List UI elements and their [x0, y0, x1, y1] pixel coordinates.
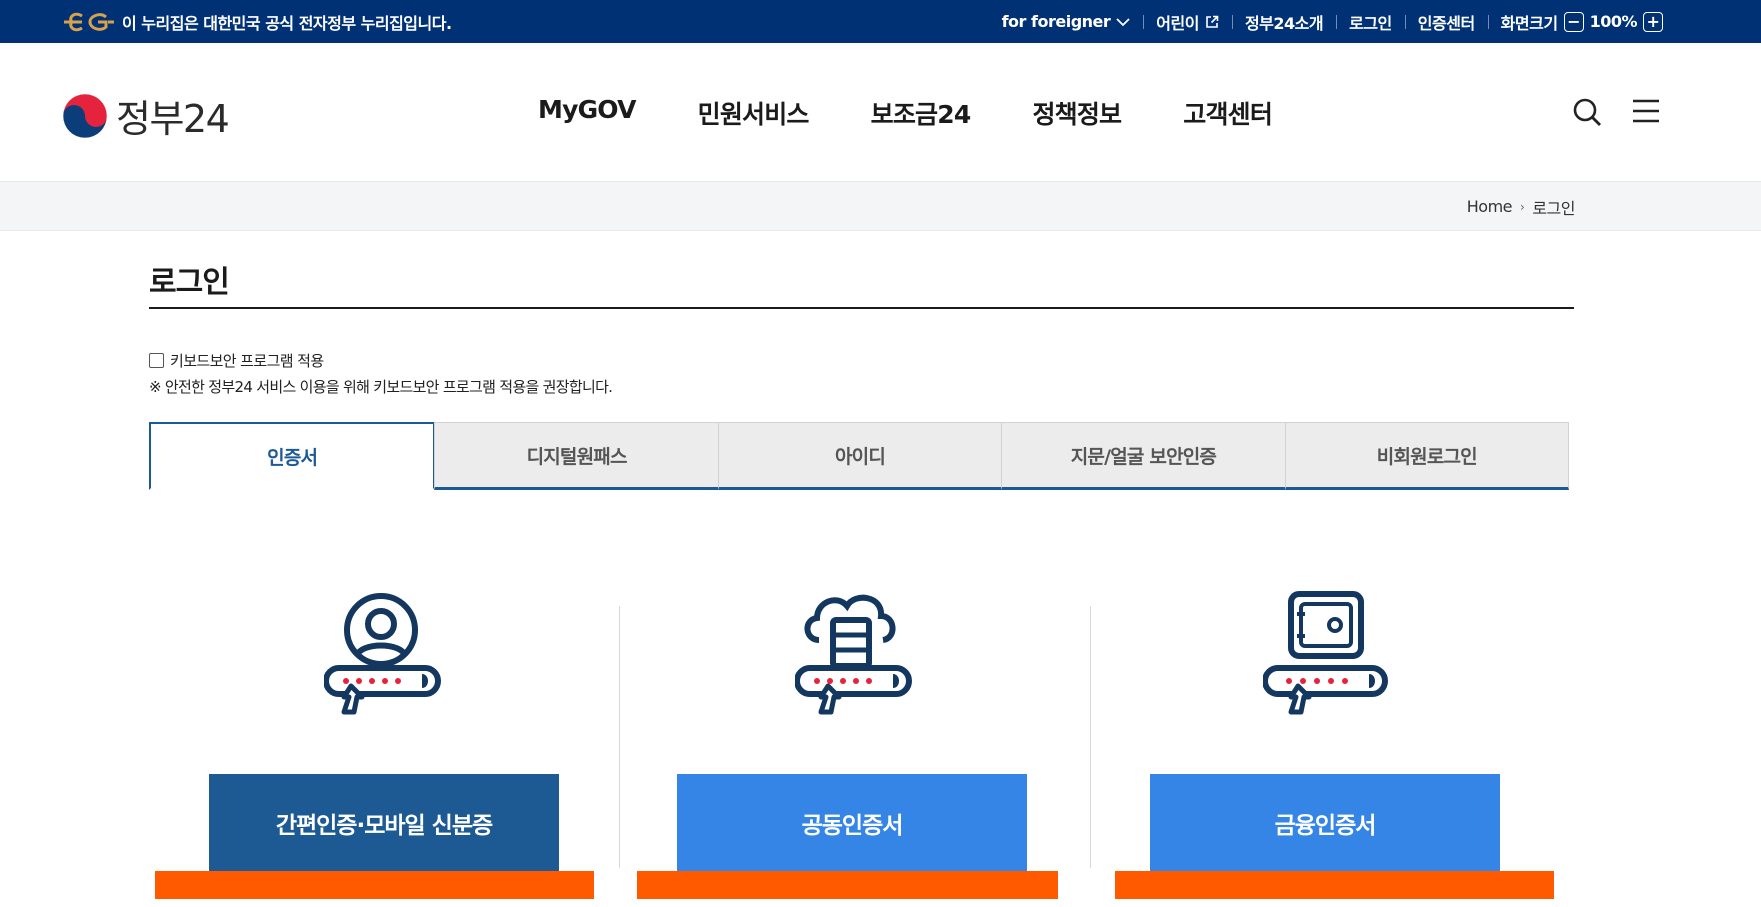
official-site-notice: 이 누리집은 대한민국 공식 전자정부 누리집입니다.: [62, 0, 452, 43]
kids-label: 어린이: [1156, 13, 1199, 33]
main-nav: MyGOV 민원서비스 보조금24 정책정보 고객센터: [538, 95, 1273, 131]
site-logo[interactable]: 정부24: [62, 88, 230, 143]
zoom-in-button[interactable]: +: [1643, 11, 1663, 32]
financial-certificate-button[interactable]: 금융인증서: [1150, 774, 1500, 874]
cert-center-label: 인증센터: [1417, 13, 1475, 33]
highlight-overlay: [637, 871, 1058, 899]
chevron-right-icon: ›: [1520, 199, 1525, 214]
method-joint-certificate: 공동인증서: [620, 590, 1090, 875]
utility-links: for foreigner 어린이 정부24소개 로그인 인증센터 화면크기 −…: [989, 0, 1663, 43]
kids-link[interactable]: 어린이: [1143, 10, 1232, 34]
for-foreigner-dropdown[interactable]: for foreigner: [989, 12, 1144, 31]
about-link[interactable]: 정부24소개: [1231, 10, 1336, 34]
zoom-label: 화면크기: [1500, 13, 1558, 33]
login-link[interactable]: 로그인: [1336, 10, 1405, 34]
title-divider: [149, 307, 1574, 309]
breadcrumb: Home › 로그인: [1467, 182, 1576, 231]
simple-auth-button[interactable]: 간편인증·모바일 신분증: [209, 774, 559, 874]
chevron-down-icon: [1116, 17, 1130, 26]
gov-banner: 이 누리집은 대한민국 공식 전자정부 누리집입니다. for foreigne…: [0, 0, 1761, 43]
breadcrumb-current: 로그인: [1532, 198, 1575, 218]
method-financial-certificate: 금융인증서: [1091, 590, 1569, 875]
nav-item-mygov[interactable]: MyGOV: [538, 95, 636, 131]
logo-wordmark: 정부24: [116, 97, 230, 141]
site-header: 정부24 MyGOV 민원서비스 보조금24 정책정보 고객센터: [0, 43, 1761, 182]
cert-center-link[interactable]: 인증센터: [1404, 10, 1488, 34]
external-link-icon: [1206, 15, 1219, 28]
nav-item-civil-service[interactable]: 민원서비스: [698, 95, 810, 131]
highlight-overlay: [155, 871, 594, 899]
search-icon[interactable]: [1572, 97, 1602, 127]
tab-id[interactable]: 아이디: [717, 422, 1003, 490]
nav-item-policy[interactable]: 정책정보: [1032, 95, 1122, 131]
official-site-text: 이 누리집은 대한민국 공식 전자정부 누리집입니다.: [122, 13, 452, 33]
keyboard-security-option[interactable]: 키보드보안 프로그램 적용: [149, 350, 324, 371]
joint-certificate-button[interactable]: 공동인증서: [677, 774, 1027, 874]
tab-guest-login[interactable]: 비회원로그인: [1284, 422, 1570, 490]
tab-biometric[interactable]: 지문/얼굴 보안인증: [1001, 422, 1286, 490]
tab-digital-onepass[interactable]: 디지털원패스: [434, 422, 719, 490]
zoom-control: 화면크기 − 100% +: [1487, 10, 1663, 34]
method-simple-auth: 간편인증·모바일 신분증: [149, 590, 619, 875]
breadcrumb-home[interactable]: Home: [1467, 197, 1513, 216]
login-tabs: 인증서 디지털원패스 아이디 지문/얼굴 보안인증 비회원로그인: [149, 422, 1570, 490]
nav-item-subsidy[interactable]: 보조금24: [871, 95, 972, 131]
security-notice: ※ 안전한 정부24 서비스 이용을 위해 키보드보안 프로그램 적용을 권장합…: [149, 378, 613, 396]
tab-certificate[interactable]: 인증서: [149, 422, 436, 490]
safe-password-icon: [1263, 591, 1388, 715]
highlight-overlay: [1115, 871, 1554, 899]
about-label: 정부24소개: [1244, 13, 1324, 33]
zoom-out-button[interactable]: −: [1563, 11, 1584, 32]
for-foreigner-label: for foreigner: [1001, 12, 1111, 31]
breadcrumb-bar: Home › 로그인: [0, 182, 1761, 231]
zoom-value: 100%: [1589, 12, 1638, 31]
nav-item-customer-center[interactable]: 고객센터: [1183, 95, 1273, 131]
hamburger-menu-icon[interactable]: [1632, 98, 1660, 124]
login-methods: 간편인증·모바일 신분증 공동인증서 금융인증서: [149, 590, 1569, 907]
cloud-server-password-icon: [795, 594, 912, 715]
person-password-icon: [324, 593, 441, 715]
keyboard-security-checkbox[interactable]: [149, 353, 164, 368]
page-title: 로그인: [149, 265, 230, 300]
login-label: 로그인: [1349, 13, 1392, 33]
taegeuk-logo-icon: [62, 93, 108, 138]
keyboard-security-label: 키보드보안 프로그램 적용: [170, 352, 324, 370]
egov-mark-icon: [64, 12, 114, 31]
